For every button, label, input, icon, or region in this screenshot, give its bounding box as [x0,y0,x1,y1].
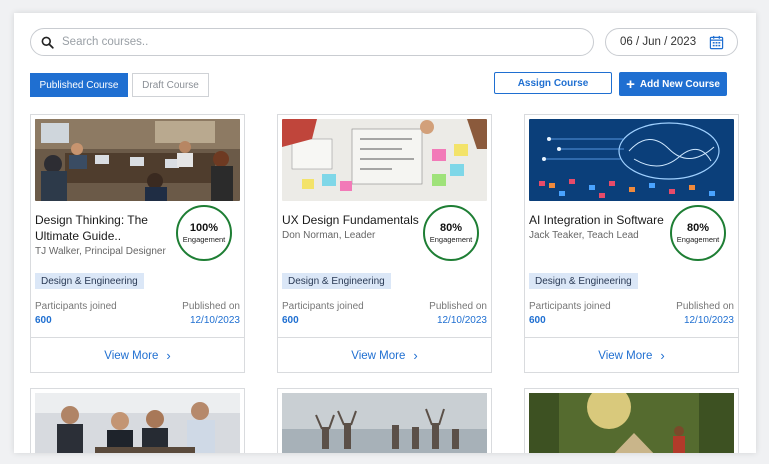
course-thumbnail [282,393,487,453]
add-new-course-button[interactable]: + Add New Course [619,72,727,96]
course-thumbnail [35,119,240,201]
view-more-label: View More [598,349,653,362]
engagement-label: Engagement [429,234,473,244]
course-thumbnail [529,393,734,453]
date-picker[interactable]: 06 / Jun / 2023 [605,28,738,56]
date-value: 06 / Jun / 2023 [620,36,697,48]
course-author: Jack Teaker, Teach Lead [529,230,639,241]
published-date: 12/10/2023 [683,315,734,326]
course-card[interactable]: AI Integration in Software Jack Teaker, … [524,114,739,373]
view-more-button[interactable]: View More › [278,337,491,373]
engagement-label: Engagement [182,234,226,244]
participants-count: 600 [282,315,299,326]
chevron-right-icon: › [413,348,418,363]
engagement-label: Engagement [676,234,720,244]
participants-label: Participants joined [529,301,611,312]
plus-icon: + [626,75,635,93]
published-label: Published on [429,301,487,312]
view-more-button[interactable]: View More › [31,337,244,373]
course-thumbnail [35,393,240,453]
view-more-button[interactable]: View More › [525,337,738,373]
course-title: UX Design Fundamentals [282,213,419,227]
view-more-label: View More [104,349,159,362]
published-label: Published on [182,301,240,312]
engagement-percent: 100% [189,221,219,234]
published-label: Published on [676,301,734,312]
participants-label: Participants joined [35,301,117,312]
course-title: AI Integration in Software [529,213,664,227]
engagement-ring: 80% Engagement [423,205,479,261]
course-card[interactable] [524,388,739,453]
search-bar[interactable] [30,28,594,56]
calendar-icon[interactable] [709,35,724,50]
search-icon [41,36,54,49]
add-new-course-label: Add New Course [639,78,720,90]
chevron-right-icon: › [660,348,665,363]
view-more-label: View More [351,349,406,362]
published-date: 12/10/2023 [189,315,240,326]
course-thumbnail [529,119,734,201]
engagement-percent: 80% [439,221,463,234]
participants-count: 600 [35,315,52,326]
category-tag: Design & Engineering [282,273,391,289]
course-panel: 06 / Jun / 2023 Published Course Draft C… [14,13,756,453]
course-card[interactable] [277,388,492,453]
tab-published-course[interactable]: Published Course [30,73,128,97]
participants-label: Participants joined [282,301,364,312]
category-tag: Design & Engineering [35,273,144,289]
participants-count: 600 [529,315,546,326]
tab-draft-course[interactable]: Draft Course [132,73,209,97]
course-card[interactable] [30,388,245,453]
course-card[interactable]: UX Design Fundamentals Don Norman, Leade… [277,114,492,373]
published-date: 12/10/2023 [436,315,487,326]
course-thumbnail [282,119,487,201]
course-author: Don Norman, Leader [282,230,376,241]
assign-course-button[interactable]: Assign Course [494,72,612,94]
engagement-ring: 100% Engagement [176,205,232,261]
chevron-right-icon: › [166,348,171,363]
category-tag: Design & Engineering [529,273,638,289]
course-card[interactable]: Design Thinking: The Ultimate Guide.. TJ… [30,114,245,373]
engagement-percent: 80% [686,221,710,234]
course-title: Design Thinking: The Ultimate Guide.. [35,213,148,243]
search-input[interactable] [62,36,593,48]
course-author: TJ Walker, Principal Designer [35,246,166,257]
engagement-ring: 80% Engagement [670,205,726,261]
